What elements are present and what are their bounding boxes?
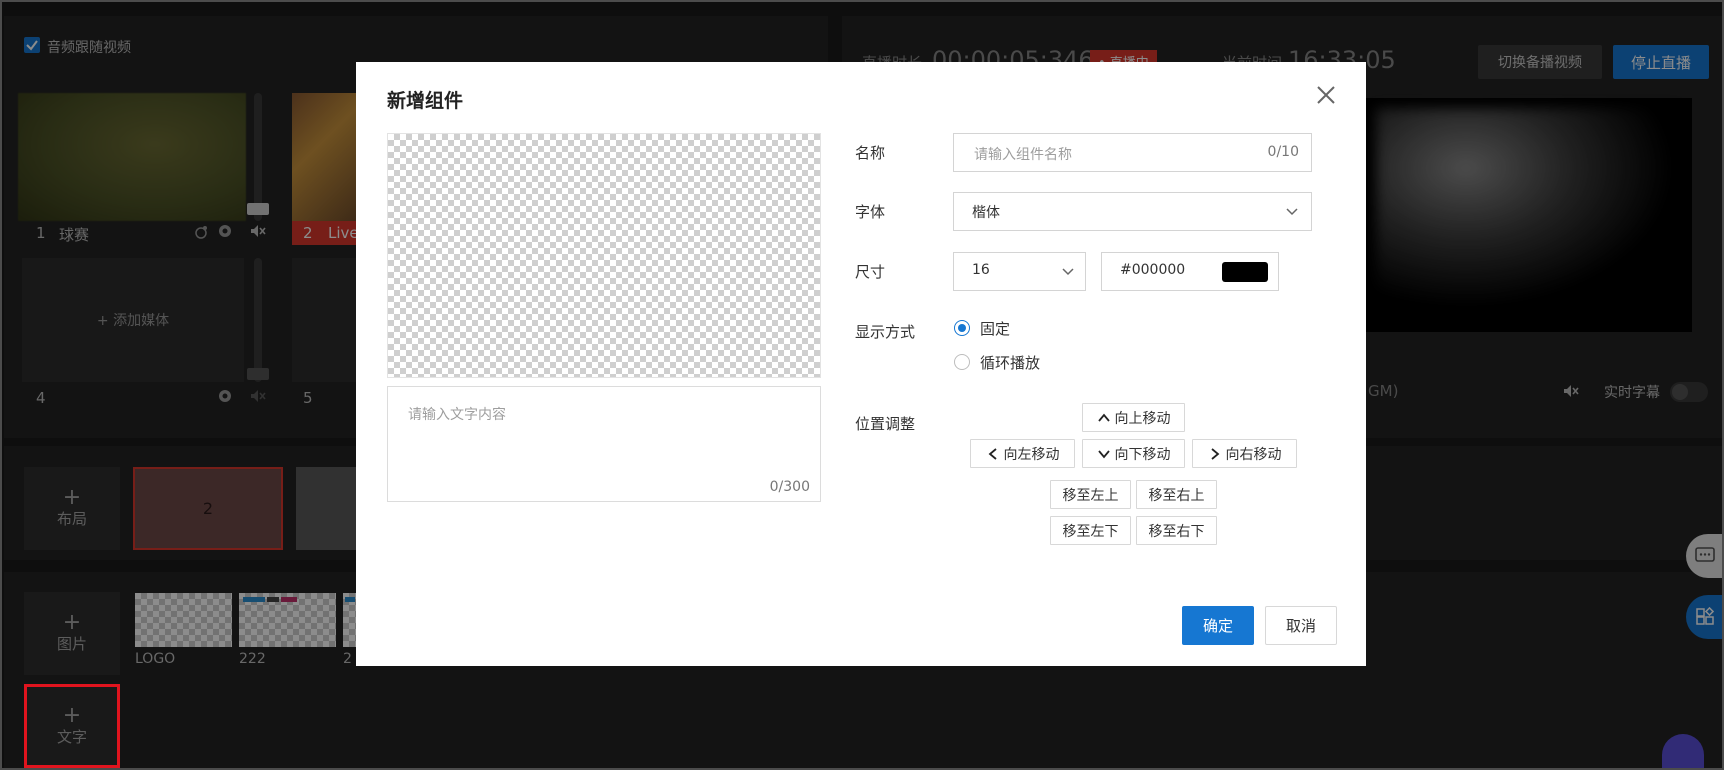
dialog-title: 新增组件 [387,90,464,112]
name-label: 名称 [855,144,886,162]
font-label: 字体 [855,203,886,221]
color-swatch[interactable] [1222,262,1268,282]
font-value: 楷体 [972,205,1000,221]
close-icon[interactable] [1313,82,1339,108]
text-content-placeholder: 请输入文字内容 [408,407,506,423]
chevron-right-icon [1210,447,1219,460]
highlight-box [24,684,120,768]
move-bottom-right-label: 移至右下 [1148,523,1205,540]
text-content-input[interactable]: 请输入文字内容 0/300 [387,386,821,502]
move-top-right-label: 移至右上 [1148,487,1205,504]
display-fixed-radio[interactable] [954,320,970,336]
chevron-down-icon [1097,449,1110,458]
move-top-left-button[interactable]: 移至左上 [1050,480,1131,509]
move-down-button[interactable]: 向下移动 [1082,439,1185,468]
app-page: 音频跟随视频 1 球赛 2 Live + 添加媒体 4 5 + 布局 2 + 图… [0,0,1724,770]
text-content-count: 0/300 [769,479,810,495]
move-bottom-left-label: 移至左下 [1062,523,1119,540]
add-component-dialog: 新增组件 请输入文字内容 0/300 名称 请输入组件名称 0/10 字体 楷体… [356,62,1366,666]
chevron-up-icon [1097,413,1110,422]
name-input[interactable]: 请输入组件名称 0/10 [953,133,1312,172]
move-down-label: 向下移动 [1114,446,1171,463]
confirm-label: 确定 [1202,617,1233,635]
confirm-button[interactable]: 确定 [1182,606,1254,645]
move-left-label: 向左移动 [1003,446,1060,463]
move-top-right-button[interactable]: 移至右上 [1136,480,1217,509]
move-right-button[interactable]: 向右移动 [1192,439,1297,468]
move-up-button[interactable]: 向上移动 [1082,403,1185,432]
move-bottom-right-button[interactable]: 移至右下 [1136,516,1217,545]
display-loop-radio[interactable] [954,354,970,370]
display-mode-label: 显示方式 [855,323,916,341]
component-preview [387,133,821,378]
size-label: 尺寸 [855,263,886,281]
move-top-left-label: 移至左上 [1062,487,1119,504]
color-input[interactable]: #000000 [1101,252,1279,291]
display-loop-label: 循环播放 [980,354,1041,372]
move-up-label: 向上移动 [1114,410,1171,427]
size-select[interactable]: 16 [953,252,1086,291]
move-right-label: 向右移动 [1225,446,1282,463]
name-placeholder: 请输入组件名称 [974,147,1072,163]
chevron-down-icon [1062,268,1074,276]
display-fixed-label: 固定 [980,320,1011,338]
name-count: 0/10 [1267,144,1299,160]
chevron-down-icon [1286,208,1298,216]
move-bottom-left-button[interactable]: 移至左下 [1050,516,1131,545]
font-select[interactable]: 楷体 [953,192,1312,231]
size-value: 16 [972,262,990,278]
color-value: #000000 [1120,262,1186,278]
position-label: 位置调整 [855,415,916,433]
move-left-button[interactable]: 向左移动 [970,439,1075,468]
cancel-button[interactable]: 取消 [1265,606,1337,645]
chevron-left-icon [988,447,997,460]
cancel-label: 取消 [1285,617,1316,635]
